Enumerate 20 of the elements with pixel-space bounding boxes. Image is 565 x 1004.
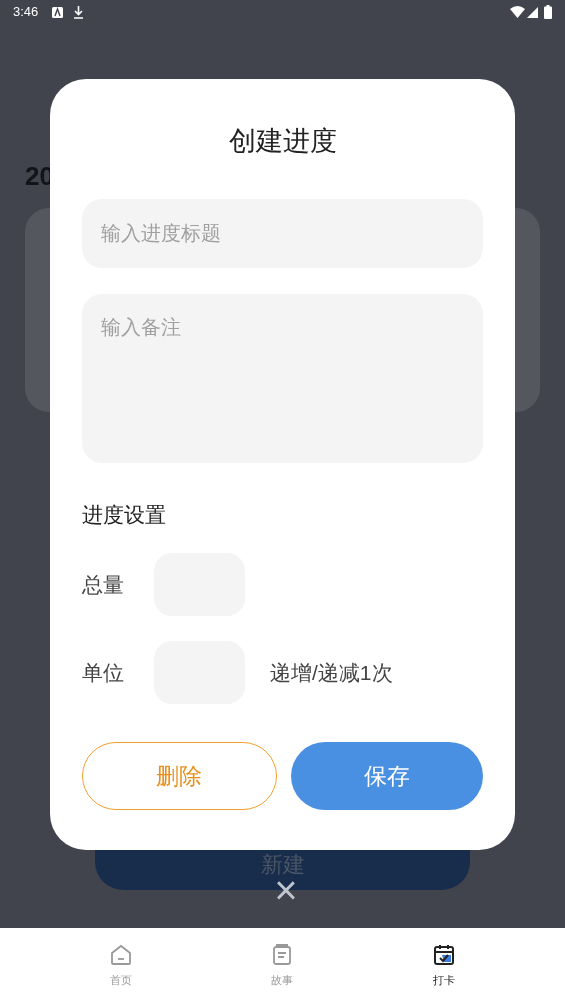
- wifi-icon: [510, 6, 525, 18]
- calendar-check-icon: [432, 943, 457, 968]
- download-icon: [73, 5, 85, 19]
- section-label: 进度设置: [82, 501, 167, 528]
- signal-icon: [527, 6, 538, 18]
- note-input-field[interactable]: 输入备注: [82, 293, 483, 463]
- nav-tab[interactable]: 故事: [242, 943, 323, 989]
- nav-tab[interactable]: 首页: [80, 943, 161, 989]
- status-time: 3:46: [13, 3, 39, 22]
- home-icon: [108, 943, 133, 968]
- nav-tab[interactable]: 打卡: [404, 943, 485, 989]
- field-label: 总量: [82, 571, 125, 598]
- keyboard-icon: [52, 6, 64, 18]
- title-input-field[interactable]: 输入进度标题: [82, 198, 483, 268]
- step-hint: 递增/递减1次: [270, 659, 393, 686]
- field-label: 单位: [82, 659, 125, 686]
- delete-button[interactable]: 删除: [82, 742, 277, 810]
- save-button[interactable]: 保存: [290, 742, 483, 810]
- battery-icon: [544, 5, 552, 19]
- dialog-title: 创建进度: [227, 125, 338, 158]
